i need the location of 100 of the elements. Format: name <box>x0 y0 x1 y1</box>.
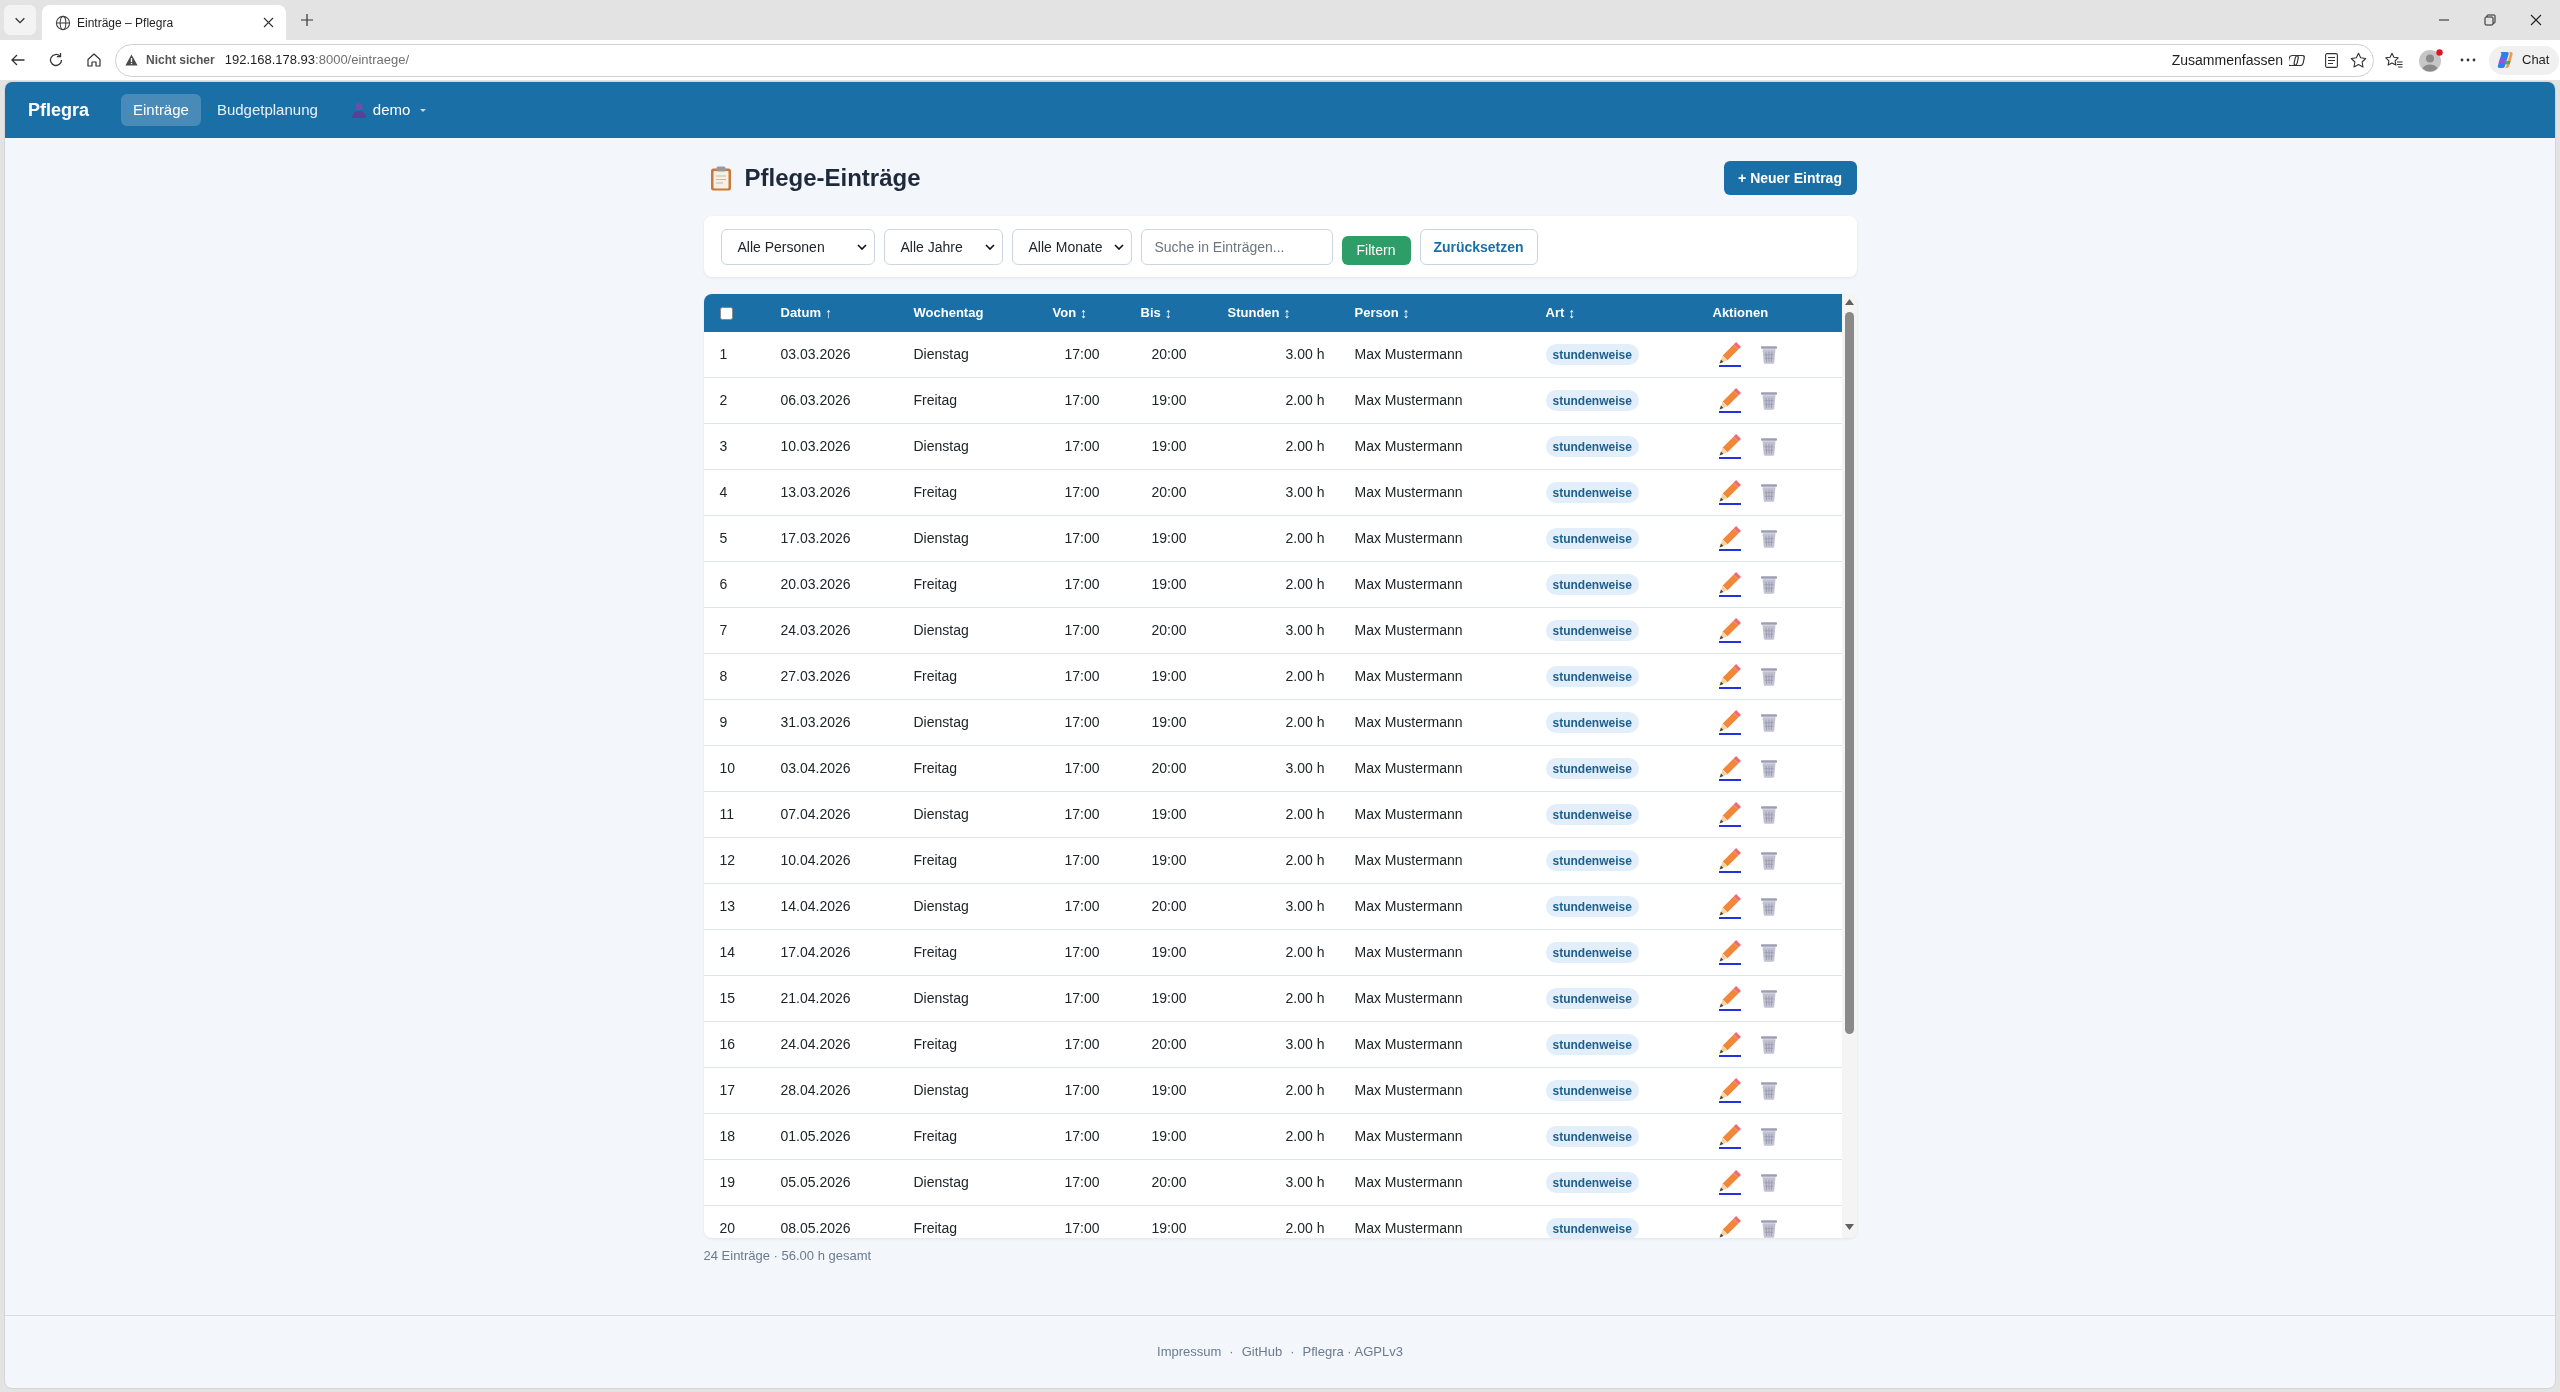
edit-link[interactable] <box>1718 710 1741 735</box>
edit-link[interactable] <box>1718 802 1741 827</box>
reload-icon[interactable] <box>48 52 64 68</box>
edit-link[interactable] <box>1718 1124 1741 1149</box>
date-text: 03.03.2026 <box>780 345 851 364</box>
start-time: 17:00 <box>1064 759 1100 778</box>
delete-button[interactable] <box>1759 988 1778 1009</box>
delete-button[interactable] <box>1759 712 1778 733</box>
hours-text: 2.00 h <box>1285 943 1325 962</box>
brand-name[interactable]: Pflegra <box>28 96 90 124</box>
person-name: Max Mustermann <box>1354 437 1463 456</box>
edit-link[interactable] <box>1718 894 1741 919</box>
footer-link[interactable]: GitHub <box>1241 1341 1283 1362</box>
edit-link[interactable] <box>1718 342 1741 367</box>
avatar-icon[interactable] <box>2419 48 2443 72</box>
edit-link[interactable] <box>1718 664 1741 689</box>
delete-button[interactable] <box>1759 1034 1778 1055</box>
trash-icon <box>1759 1126 1778 1147</box>
reader-view-icon[interactable] <box>2325 52 2338 68</box>
plus-icon[interactable] <box>300 13 314 27</box>
column-header[interactable]: Art ↕ <box>1545 302 1576 324</box>
delete-button[interactable] <box>1759 574 1778 595</box>
new-entry-button[interactable]: + Neuer Eintrag <box>1723 161 1857 195</box>
edit-link[interactable] <box>1718 848 1741 873</box>
nav-link[interactable]: Budgetplanung <box>204 94 330 126</box>
column-header[interactable]: Person ↕ <box>1354 302 1410 324</box>
delete-button[interactable] <box>1759 390 1778 411</box>
column-header[interactable]: Datum ↑ <box>780 302 832 324</box>
start-time: 17:00 <box>1064 667 1100 686</box>
security-indicator[interactable]: Nicht sicher <box>146 51 215 69</box>
edit-link[interactable] <box>1718 526 1741 551</box>
delete-button[interactable] <box>1759 666 1778 687</box>
delete-button[interactable] <box>1759 804 1778 825</box>
person-name: Max Mustermann <box>1354 529 1463 548</box>
edit-link[interactable] <box>1718 480 1741 505</box>
close-icon[interactable] <box>2530 14 2542 26</box>
start-time: 17:00 <box>1064 1127 1100 1146</box>
chat-button[interactable]: Chat <box>2489 45 2559 75</box>
pencil-icon <box>1718 894 1741 916</box>
filter-select[interactable]: Alle Personen <box>720 229 875 265</box>
url-text[interactable]: 192.168.178.93:8000/eintraege/ <box>224 50 410 70</box>
footer-link[interactable]: Impressum <box>1157 1341 1222 1362</box>
start-time: 17:00 <box>1064 851 1100 870</box>
more-icon[interactable] <box>2460 58 2476 62</box>
trash-icon <box>1759 1218 1778 1238</box>
edit-link[interactable] <box>1718 572 1741 597</box>
pencil-icon <box>1718 1078 1741 1100</box>
delete-button[interactable] <box>1759 1080 1778 1101</box>
delete-button[interactable] <box>1759 344 1778 365</box>
delete-button[interactable] <box>1759 620 1778 641</box>
reset-button[interactable]: Zurücksetzen <box>1419 229 1538 265</box>
date-text: 10.03.2026 <box>780 437 851 456</box>
column-header[interactable]: Von ↕ <box>1052 302 1088 324</box>
delete-button[interactable] <box>1759 482 1778 503</box>
pencil-icon <box>1718 572 1741 594</box>
edit-link[interactable] <box>1718 756 1741 781</box>
delete-button[interactable] <box>1759 436 1778 457</box>
column-header[interactable]: Bis ↕ <box>1140 302 1172 324</box>
filter-select[interactable]: Alle Jahre <box>883 229 1003 265</box>
edit-link[interactable] <box>1718 618 1741 643</box>
filter-button[interactable]: Filtern <box>1341 236 1411 265</box>
delete-button[interactable] <box>1759 528 1778 549</box>
back-arrow-icon[interactable] <box>10 52 26 68</box>
scrollbar[interactable] <box>1841 294 1857 1238</box>
edit-link[interactable] <box>1718 986 1741 1011</box>
start-time: 17:00 <box>1064 1035 1100 1054</box>
user-menu[interactable]: demo <box>338 94 439 126</box>
edit-link[interactable] <box>1718 1078 1741 1103</box>
close-icon[interactable] <box>263 17 274 28</box>
weekday-text: Dienstag <box>913 897 969 916</box>
edit-link[interactable] <box>1718 434 1741 459</box>
edit-link[interactable] <box>1718 1170 1741 1195</box>
edit-link[interactable] <box>1718 388 1741 413</box>
delete-button[interactable] <box>1759 1218 1778 1238</box>
browser-tab[interactable]: Einträge – Pflegra <box>42 5 286 40</box>
restore-icon[interactable] <box>2484 14 2496 26</box>
start-time: 17:00 <box>1064 1081 1100 1100</box>
delete-button[interactable] <box>1759 1172 1778 1193</box>
star-icon[interactable] <box>2350 51 2367 69</box>
weekday-text: Freitag <box>913 483 958 502</box>
delete-button[interactable] <box>1759 850 1778 871</box>
weekday-text: Dienstag <box>913 621 969 640</box>
filter-select[interactable]: Alle Monate <box>1011 229 1132 265</box>
edit-link[interactable] <box>1718 1032 1741 1057</box>
column-header[interactable]: Stunden ↕ <box>1227 302 1291 324</box>
summarize-button[interactable]: Zusammenfassen <box>2171 49 2306 71</box>
trash-icon <box>1759 574 1778 595</box>
delete-button[interactable] <box>1759 896 1778 917</box>
select-all-checkbox[interactable] <box>719 306 733 320</box>
address-bar[interactable]: Nicht sicher 192.168.178.93:8000/eintraege/ Zusammenfassen <box>115 43 2374 77</box>
end-time: 19:00 <box>1151 667 1187 686</box>
edit-link[interactable] <box>1718 940 1741 965</box>
trash-icon <box>1759 390 1778 411</box>
delete-button[interactable] <box>1759 758 1778 779</box>
home-icon[interactable] <box>86 52 102 68</box>
delete-button[interactable] <box>1759 942 1778 963</box>
nav-link[interactable]: Einträge <box>121 94 201 126</box>
favorites-icon[interactable] <box>2385 51 2403 69</box>
search-field[interactable]: Suche in Einträgen... <box>1140 229 1333 265</box>
delete-button[interactable] <box>1759 1126 1778 1147</box>
